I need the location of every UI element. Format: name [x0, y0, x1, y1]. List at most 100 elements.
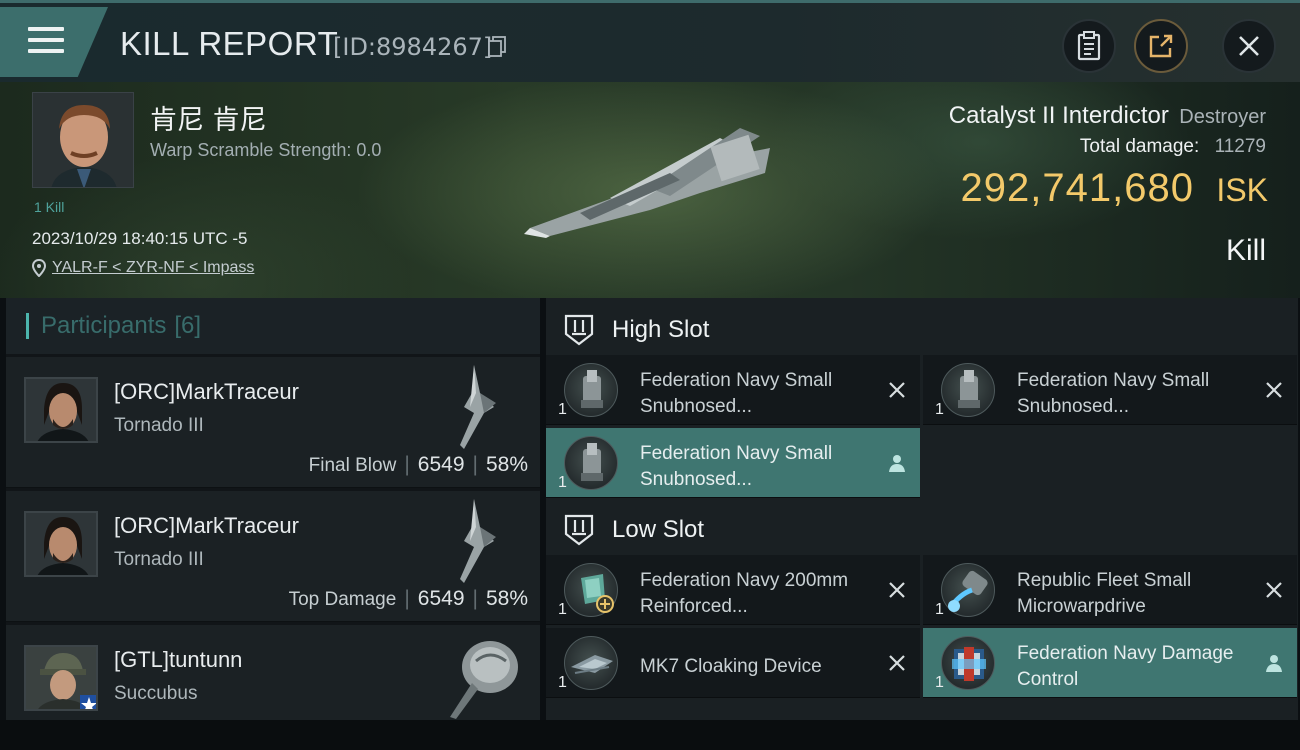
participants-count: [6]: [174, 312, 202, 339]
isk-amount: 292,741,680: [960, 166, 1194, 210]
clipboard-icon: [1077, 31, 1101, 61]
total-damage-label: Total damage:: [1079, 136, 1200, 157]
participant-ship: Tornado III: [114, 415, 204, 436]
warp-scramble-strength: Warp Scramble Strength: 0.0: [150, 140, 382, 160]
clipboard-button[interactable]: [1062, 19, 1116, 73]
damage-control-icon: [941, 636, 995, 690]
low-slot-label: Low Slot: [612, 516, 705, 543]
kill-type: Kill: [1225, 234, 1266, 267]
participant-name: [ORC]MarkTraceur: [114, 513, 299, 538]
participants-panel: Participants [6] [ORC]MarkTraceur Tornad…: [6, 298, 540, 720]
section-accent-bar: [26, 313, 29, 339]
module-quantity: 1: [558, 674, 567, 691]
share-icon: [1149, 34, 1173, 58]
participant-ship-image: [460, 499, 496, 583]
isk-unit: ISK: [1216, 172, 1268, 208]
participant-role: Top Damage: [288, 589, 397, 610]
participant-ship: Tornado III: [114, 549, 204, 570]
participant-name: [GTL]tuntunn: [114, 647, 243, 672]
module-item[interactable]: 1 Federation Navy Small Snubnosed...: [923, 355, 1297, 425]
x-icon: [889, 655, 905, 671]
x-icon: [1266, 582, 1282, 598]
total-damage: Total damage: 11279: [1080, 136, 1266, 158]
victim-name: 肯尼 肯尼: [150, 105, 267, 136]
victim-ship-image[interactable]: [520, 118, 780, 248]
participant-avatar: [24, 511, 98, 577]
participants-header: Participants [6]: [6, 298, 540, 354]
module-quantity: 1: [935, 674, 944, 691]
location-pin-icon: [32, 259, 46, 277]
participant-row[interactable]: [ORC]MarkTraceur Tornado III Top Damage |…: [6, 491, 540, 622]
module-item[interactable]: 1 MK7 Cloaking Device: [546, 628, 920, 698]
module-name: MK7 Cloaking Device: [640, 656, 822, 677]
high-slot-icon: [564, 314, 594, 346]
module-name: Federation Navy Damage Control: [1017, 643, 1234, 690]
turret-icon: [564, 363, 618, 417]
module-quantity: 1: [558, 401, 567, 418]
high-slot-header: High Slot: [546, 302, 709, 358]
module-name: Republic Fleet Small Microwarpdrive: [1017, 570, 1192, 617]
module-name: Federation Navy Small Snubnosed...: [640, 370, 833, 417]
module-item[interactable]: 1 Federation Navy Small Snubnosed...: [546, 428, 920, 498]
module-item[interactable]: 1 Federation Navy Damage Control: [923, 628, 1297, 698]
participant-stats: Top Damage | 6549 | 58%: [288, 587, 528, 610]
module-item[interactable]: 1 Federation Navy 200mm Reinforced...: [546, 555, 920, 625]
top-bar: KILL REPORT [ID:8984267]: [0, 0, 1300, 82]
low-slot-icon: [564, 514, 594, 546]
participant-damage: 6549: [417, 587, 465, 610]
module-name: Federation Navy Small Snubnosed...: [640, 443, 833, 490]
participant-stats: Final Blow | 6549 | 58%: [308, 453, 528, 476]
cloaking-device-icon: [564, 636, 618, 690]
hamburger-icon[interactable]: [28, 27, 64, 55]
ship-name: Catalyst II Interdictor: [948, 102, 1169, 129]
participant-ship-image: [450, 641, 518, 719]
x-icon: [889, 582, 905, 598]
participant-avatar: [24, 645, 98, 711]
x-icon: [889, 382, 905, 398]
participant-ship-image: [460, 365, 496, 449]
module-item[interactable]: 1 Republic Fleet Small Microwarpdrive: [923, 555, 1297, 625]
person-icon: [889, 455, 905, 472]
participants-label: Participants: [41, 312, 167, 339]
kill-timestamp: 2023/10/29 18:40:15 UTC -5: [32, 229, 248, 248]
participant-ship: Succubus: [114, 683, 198, 704]
fitting-panel: High Slot 1 Federation Navy Small Snubno…: [546, 298, 1298, 720]
share-button[interactable]: [1134, 19, 1188, 73]
ship-class: Destroyer: [1179, 106, 1266, 128]
turret-icon: [564, 436, 618, 490]
total-damage-value: 11279: [1214, 136, 1266, 157]
copy-icon[interactable]: [487, 36, 507, 58]
close-icon: [1239, 36, 1259, 56]
victim-banner: 肯尼 肯尼 Warp Scramble Strength: 0.0 1 Kill…: [0, 82, 1300, 298]
module-item[interactable]: 1 Federation Navy Small Snubnosed...: [546, 355, 920, 425]
high-slot-label: High Slot: [612, 316, 710, 343]
module-name: Federation Navy 200mm Reinforced...: [640, 570, 849, 617]
kill-count: 1 Kill: [34, 199, 65, 215]
participant-row[interactable]: [ORC]MarkTraceur Tornado III Final Blow |…: [6, 357, 540, 488]
turret-icon: [941, 363, 995, 417]
person-icon: [1266, 655, 1282, 672]
low-slot-header: Low Slot: [546, 502, 704, 558]
module-quantity: 1: [935, 601, 944, 618]
close-button[interactable]: [1222, 19, 1276, 73]
participant-role: Final Blow: [308, 455, 397, 476]
page-title: KILL REPORT: [120, 25, 339, 62]
participant-avatar: [24, 377, 98, 443]
participant-name: [ORC]MarkTraceur: [114, 379, 299, 404]
armor-plate-icon: [564, 563, 618, 617]
participant-damage: 6549: [417, 453, 465, 476]
module-name: Federation Navy Small Snubnosed...: [1017, 370, 1210, 417]
participant-damage-percent: 58%: [485, 453, 528, 476]
module-quantity: 1: [558, 601, 567, 618]
victim-portrait[interactable]: [32, 92, 134, 188]
participant-damage-percent: 58%: [485, 587, 528, 610]
location-link[interactable]: YALR-F < ZYR-NF < Impass: [32, 259, 254, 277]
participant-row[interactable]: [GTL]tuntunn Succubus: [6, 625, 540, 720]
location-text: YALR-F < ZYR-NF < Impass: [52, 259, 255, 276]
microwarpdrive-icon: [941, 563, 995, 617]
isk-value: 292,741,680 ISK: [961, 166, 1268, 211]
x-icon: [1266, 382, 1282, 398]
module-quantity: 1: [935, 401, 944, 418]
module-quantity: 1: [558, 474, 567, 491]
bottom-bar: [0, 720, 1300, 750]
